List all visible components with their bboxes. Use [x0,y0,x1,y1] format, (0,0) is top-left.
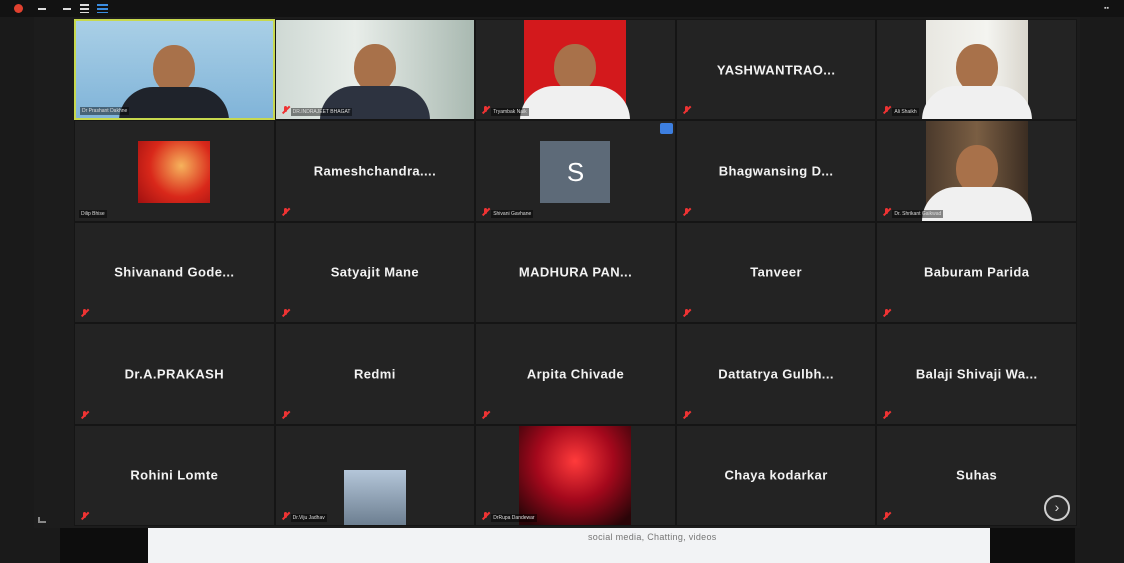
avatar: S [540,141,611,204]
muted-mic-icon [683,207,690,216]
participant-tile[interactable]: Dr.A.PRAKASH [74,323,275,425]
corner-resize-icon[interactable] [38,517,46,523]
participant-tile[interactable]: Redmi [274,323,476,425]
participant-label: Ali Shaikh [892,108,919,117]
participant-name: Baburam Parida [924,264,1030,280]
participant-label: Dr Prashant Dakhne [80,107,130,116]
participant-tile[interactable]: Bhagwansing D... [675,120,877,222]
person-silhouette [520,44,631,120]
participant-video [921,20,1032,120]
participant-tile[interactable]: Chaya kodarkar [675,424,877,526]
muted-mic-icon [482,106,489,114]
participant-tile[interactable]: DrRupa Dandewar [475,424,676,526]
muted-mic-icon [482,207,489,216]
next-page-button[interactable]: › [1044,495,1070,521]
participant-tile[interactable]: MADHURA PAN... [475,221,676,324]
participant-video [921,121,1032,221]
participant-label: DR.INDRAJEET BHAGAT [290,108,353,117]
participant-tile[interactable]: DR.INDRAJEET BHAGAT [274,19,476,121]
participant-video [343,469,406,525]
participant-tile[interactable]: Baburam Parida [876,221,1077,324]
participant-name: Chaya kodarkar [724,467,828,483]
participant-tile[interactable]: Dr.Viju Jadhav [274,424,476,526]
participant-name: Satyajit Mane [330,264,420,280]
muted-mic-icon [883,207,890,216]
meeting-top-bar: ▪▪ [0,0,1124,17]
participant-label: Shivani Gavhane [491,209,534,218]
participant-name: Rameshchandra.... [313,163,437,179]
participant-name: Rohini Lomte [130,467,219,483]
participant-video [520,20,631,120]
participant-label: DrRupa Dandewar [491,513,537,522]
muted-mic-icon [282,410,289,419]
gallery-grid: Dr Prashant Dakhne DR.INDRAJEET BHAGAT Try… [74,19,1077,526]
participant-video [76,21,273,119]
record-icon[interactable] [14,4,23,13]
participant-tile[interactable]: Tanveer [675,221,877,324]
participant-tile[interactable]: Rohini Lomte [74,424,275,526]
participant-name: MADHURA PAN... [518,264,633,280]
menu-icon[interactable] [80,4,89,13]
muted-mic-icon [482,511,489,520]
participant-tile[interactable]: Balaji Shivaji Wa... [876,323,1077,425]
participant-name: Arpita Chivade [526,366,625,382]
participant-tile[interactable]: Shivanand Gode... [74,221,275,324]
participant-name: Suhas [956,467,998,483]
participant-label: Dr.Viju Jadhav [290,513,327,522]
minimize-icon[interactable] [38,8,46,10]
participant-tile[interactable]: Dattatrya Gulbh... [675,323,877,425]
participant-name: Bhagwansing D... [718,163,834,179]
participant-tile[interactable]: Arpita Chivade [475,323,676,425]
dash-icon[interactable] [63,8,71,10]
participant-name: YASHWANTRAO... [716,62,836,78]
shared-document-text: social media, Chatting, videos [588,532,717,542]
muted-mic-icon [683,410,690,419]
participant-video [138,141,211,204]
video-stage: Dr Prashant Dakhne DR.INDRAJEET BHAGAT Try… [34,17,1080,528]
muted-mic-icon [482,410,489,419]
participant-name: Shivanand Gode... [114,264,235,280]
participant-name: Tanveer [750,264,802,280]
shared-document: social media, Chatting, videos [148,528,990,563]
muted-mic-icon [883,410,890,419]
participant-tile[interactable]: Dilip Bhise [74,120,275,222]
participant-name: Dattatrya Gulbh... [718,366,834,382]
muted-mic-icon [81,410,88,419]
muted-mic-icon [282,207,289,216]
muted-mic-icon [282,106,289,114]
participant-tile[interactable]: Rameshchandra.... [274,120,476,222]
person-silhouette [119,45,230,119]
participant-tile[interactable]: S Shivani Gavhane [475,120,676,222]
gallery-view-icon[interactable] [97,4,108,13]
participant-tile[interactable]: Dr. Shrikant Gaikwad [876,120,1077,222]
participant-tile[interactable]: Satyajit Mane [274,221,476,324]
muted-mic-icon [282,511,289,520]
participant-video [519,425,632,525]
window-control-icon[interactable]: ▪▪ [1104,4,1114,13]
participant-tile[interactable]: Tryambak Naik [475,19,676,121]
participant-label: Tryambak Naik [491,108,529,117]
muted-mic-icon [883,511,890,520]
participant-tile[interactable]: Ali Shaikh [876,19,1077,121]
participant-name: Balaji Shivaji Wa... [915,366,1038,382]
muted-mic-icon [683,309,690,317]
participant-label: Dr. Shrikant Gaikwad [892,209,944,218]
options-badge-icon[interactable] [659,123,673,135]
muted-mic-icon [282,309,289,317]
muted-mic-icon [81,309,88,317]
muted-mic-icon [683,106,690,114]
person-silhouette [921,44,1032,120]
participant-name: Redmi [354,366,396,382]
participant-tile[interactable]: YASHWANTRAO... [675,19,877,121]
participant-label: Dilip Bhise [79,209,107,218]
participant-video [275,20,475,120]
participant-tile[interactable]: Dr Prashant Dakhne [74,19,275,121]
muted-mic-icon [81,511,88,520]
muted-mic-icon [883,106,890,114]
muted-mic-icon [883,309,890,317]
participant-name: Dr.A.PRAKASH [124,366,225,382]
